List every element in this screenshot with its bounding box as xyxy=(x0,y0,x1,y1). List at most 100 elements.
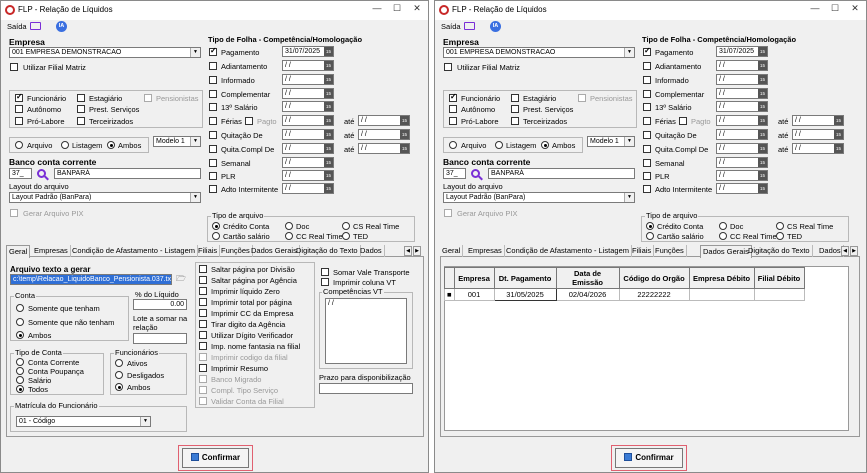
funcionario-checkbox[interactable] xyxy=(15,92,23,102)
calendar-icon[interactable]: 15 xyxy=(758,61,767,70)
close-button[interactable]: ✕ xyxy=(410,3,424,14)
banco-codigo-input[interactable]: 37_ xyxy=(443,168,466,179)
close-button[interactable]: ✕ xyxy=(848,3,862,14)
ferias-date[interactable]: / / 15 xyxy=(716,115,768,126)
func-ambos-radio[interactable] xyxy=(115,383,123,391)
chevron-down-icon[interactable]: ▼ xyxy=(624,137,634,146)
quitacao-date[interactable]: / / 15 xyxy=(282,129,334,140)
ambos-radio[interactable] xyxy=(541,141,549,149)
quita-compl-date[interactable]: / / 15 xyxy=(716,143,768,154)
calendar-icon[interactable]: 15 xyxy=(834,144,843,153)
cell-empresa-debito[interactable] xyxy=(688,288,755,301)
complementar-checkbox[interactable] xyxy=(209,90,217,98)
impressao-option-checkbox[interactable] xyxy=(199,287,207,295)
cc-real-time-radio[interactable] xyxy=(285,232,293,240)
complementar-date[interactable]: / / 15 xyxy=(282,88,334,99)
todos-radio[interactable] xyxy=(16,385,24,393)
competencias-vt-input[interactable]: / / xyxy=(325,298,407,364)
tab-empresas[interactable]: Empresas xyxy=(466,245,505,257)
calendar-icon[interactable]: 15 xyxy=(324,89,333,98)
doc-radio[interactable] xyxy=(285,222,293,230)
doc-radio[interactable] xyxy=(719,222,727,230)
prest-servicos-checkbox[interactable] xyxy=(77,105,85,113)
informado-checkbox[interactable] xyxy=(643,76,651,84)
calendar-icon[interactable]: 15 xyxy=(834,130,843,139)
pro-labore-checkbox[interactable] xyxy=(449,117,457,125)
col-data-emissao[interactable]: Data de Emissão xyxy=(555,267,620,289)
chevron-down-icon[interactable]: ▼ xyxy=(624,48,634,57)
chevron-down-icon[interactable]: ▼ xyxy=(140,417,150,426)
estagiario-checkbox[interactable] xyxy=(77,94,85,102)
calendar-icon[interactable]: 15 xyxy=(324,130,333,139)
adto-intermitente-date[interactable]: / / 15 xyxy=(282,183,334,194)
adiantamento-date[interactable]: / / 15 xyxy=(716,60,768,71)
listagem-radio[interactable] xyxy=(61,141,69,149)
calendar-icon[interactable]: 15 xyxy=(758,89,767,98)
menu-saida[interactable]: Saída xyxy=(441,22,461,31)
adto-intermitente-checkbox[interactable] xyxy=(209,185,217,193)
decimo-terceiro-date[interactable]: / / 15 xyxy=(282,101,334,112)
col-empresa-debito[interactable]: Empresa Débito xyxy=(688,267,755,289)
quita-compl-checkbox[interactable] xyxy=(643,145,651,153)
chevron-down-icon[interactable]: ▼ xyxy=(190,48,200,57)
ferias-ate-date[interactable]: / / 15 xyxy=(358,115,410,126)
gerar-pix-checkbox[interactable] xyxy=(444,209,452,217)
cs-real-time-radio[interactable] xyxy=(776,222,784,230)
calendar-icon[interactable]: 15 xyxy=(324,144,333,153)
informado-checkbox[interactable] xyxy=(209,76,217,84)
search-icon[interactable] xyxy=(37,169,46,178)
decimo-terceiro-checkbox[interactable] xyxy=(209,103,217,111)
table-row[interactable]: ■ 001 31/05/2025 02/04/2026 22222222 xyxy=(444,288,805,301)
filial-matriz-checkbox[interactable] xyxy=(10,63,18,71)
menu-saida[interactable]: Saída xyxy=(7,22,27,31)
conta-corrente-radio[interactable] xyxy=(16,358,24,366)
ia-icon[interactable]: IA xyxy=(490,21,501,32)
quitacao-ate-date[interactable]: / / 15 xyxy=(358,129,410,140)
tab-filiais[interactable]: Filiais xyxy=(630,245,655,257)
tab-empresas[interactable]: Empresas xyxy=(32,245,71,257)
decimo-terceiro-date[interactable]: / / 15 xyxy=(716,101,768,112)
salario-radio[interactable] xyxy=(16,376,24,384)
tab-digitacao-texto[interactable]: Digitação do Texto xyxy=(294,245,361,257)
quitacao-ate-date[interactable]: / / 15 xyxy=(792,129,844,140)
tab-dados-gerais[interactable]: Dados Gerais xyxy=(249,245,300,257)
impressao-option-checkbox[interactable] xyxy=(199,386,207,394)
calendar-icon[interactable]: 15 xyxy=(834,116,843,125)
tab-condicao-afastamento[interactable]: Condição de Afastamento - Listagem xyxy=(504,245,632,257)
calendar-icon[interactable]: 15 xyxy=(758,102,767,111)
banco-nome-input[interactable]: BANPARÁ xyxy=(488,168,635,179)
calendar-icon[interactable]: 15 xyxy=(324,116,333,125)
pagamento-checkbox[interactable] xyxy=(643,46,651,56)
funcionario-checkbox[interactable] xyxy=(449,92,457,102)
tab-dados[interactable]: Dados xyxy=(358,245,385,257)
calendar-icon[interactable]: 15 xyxy=(400,116,409,125)
cell-empresa[interactable]: 001 xyxy=(453,288,495,301)
arquivo-texto-input[interactable]: c:\temp\Relacao_LiquidoBanco_Pensionista… xyxy=(10,274,172,285)
prazo-input[interactable] xyxy=(319,383,413,394)
calendar-icon[interactable]: 15 xyxy=(758,158,767,167)
pagamento-date[interactable]: 31/07/2025 15 xyxy=(716,46,768,57)
cartao-salario-radio[interactable] xyxy=(212,232,220,240)
quitacao-date[interactable]: / / 15 xyxy=(716,129,768,140)
modelo-select[interactable]: Modelo 1 ▼ xyxy=(587,136,635,147)
complementar-date[interactable]: / / 15 xyxy=(716,88,768,99)
quita-compl-ate-date[interactable]: / / 15 xyxy=(358,143,410,154)
cell-data-emissao[interactable]: 02/04/2026 xyxy=(555,288,620,301)
tab-scroll-left-icon[interactable]: ◀ xyxy=(841,246,849,256)
col-dt-pagamento[interactable]: Dt. Pagamento xyxy=(493,267,557,289)
confirmar-button[interactable]: Confirmar xyxy=(182,448,249,468)
gerar-pix-checkbox[interactable] xyxy=(10,209,18,217)
impressao-option-checkbox[interactable] xyxy=(199,342,207,350)
ferias-pagto-checkbox[interactable] xyxy=(245,117,253,125)
calendar-icon[interactable]: 15 xyxy=(324,184,333,193)
maximize-button[interactable]: ☐ xyxy=(828,3,842,14)
conta-poupanca-radio[interactable] xyxy=(16,367,24,375)
ferias-pagto-checkbox[interactable] xyxy=(679,117,687,125)
pro-labore-checkbox[interactable] xyxy=(15,117,23,125)
plr-date[interactable]: / / 15 xyxy=(282,170,334,181)
calendar-icon[interactable]: 15 xyxy=(324,102,333,111)
calendar-icon[interactable]: 15 xyxy=(758,130,767,139)
monitor-icon[interactable] xyxy=(30,22,41,30)
terceirizados-checkbox[interactable] xyxy=(77,117,85,125)
informado-date[interactable]: / / 15 xyxy=(282,74,334,85)
